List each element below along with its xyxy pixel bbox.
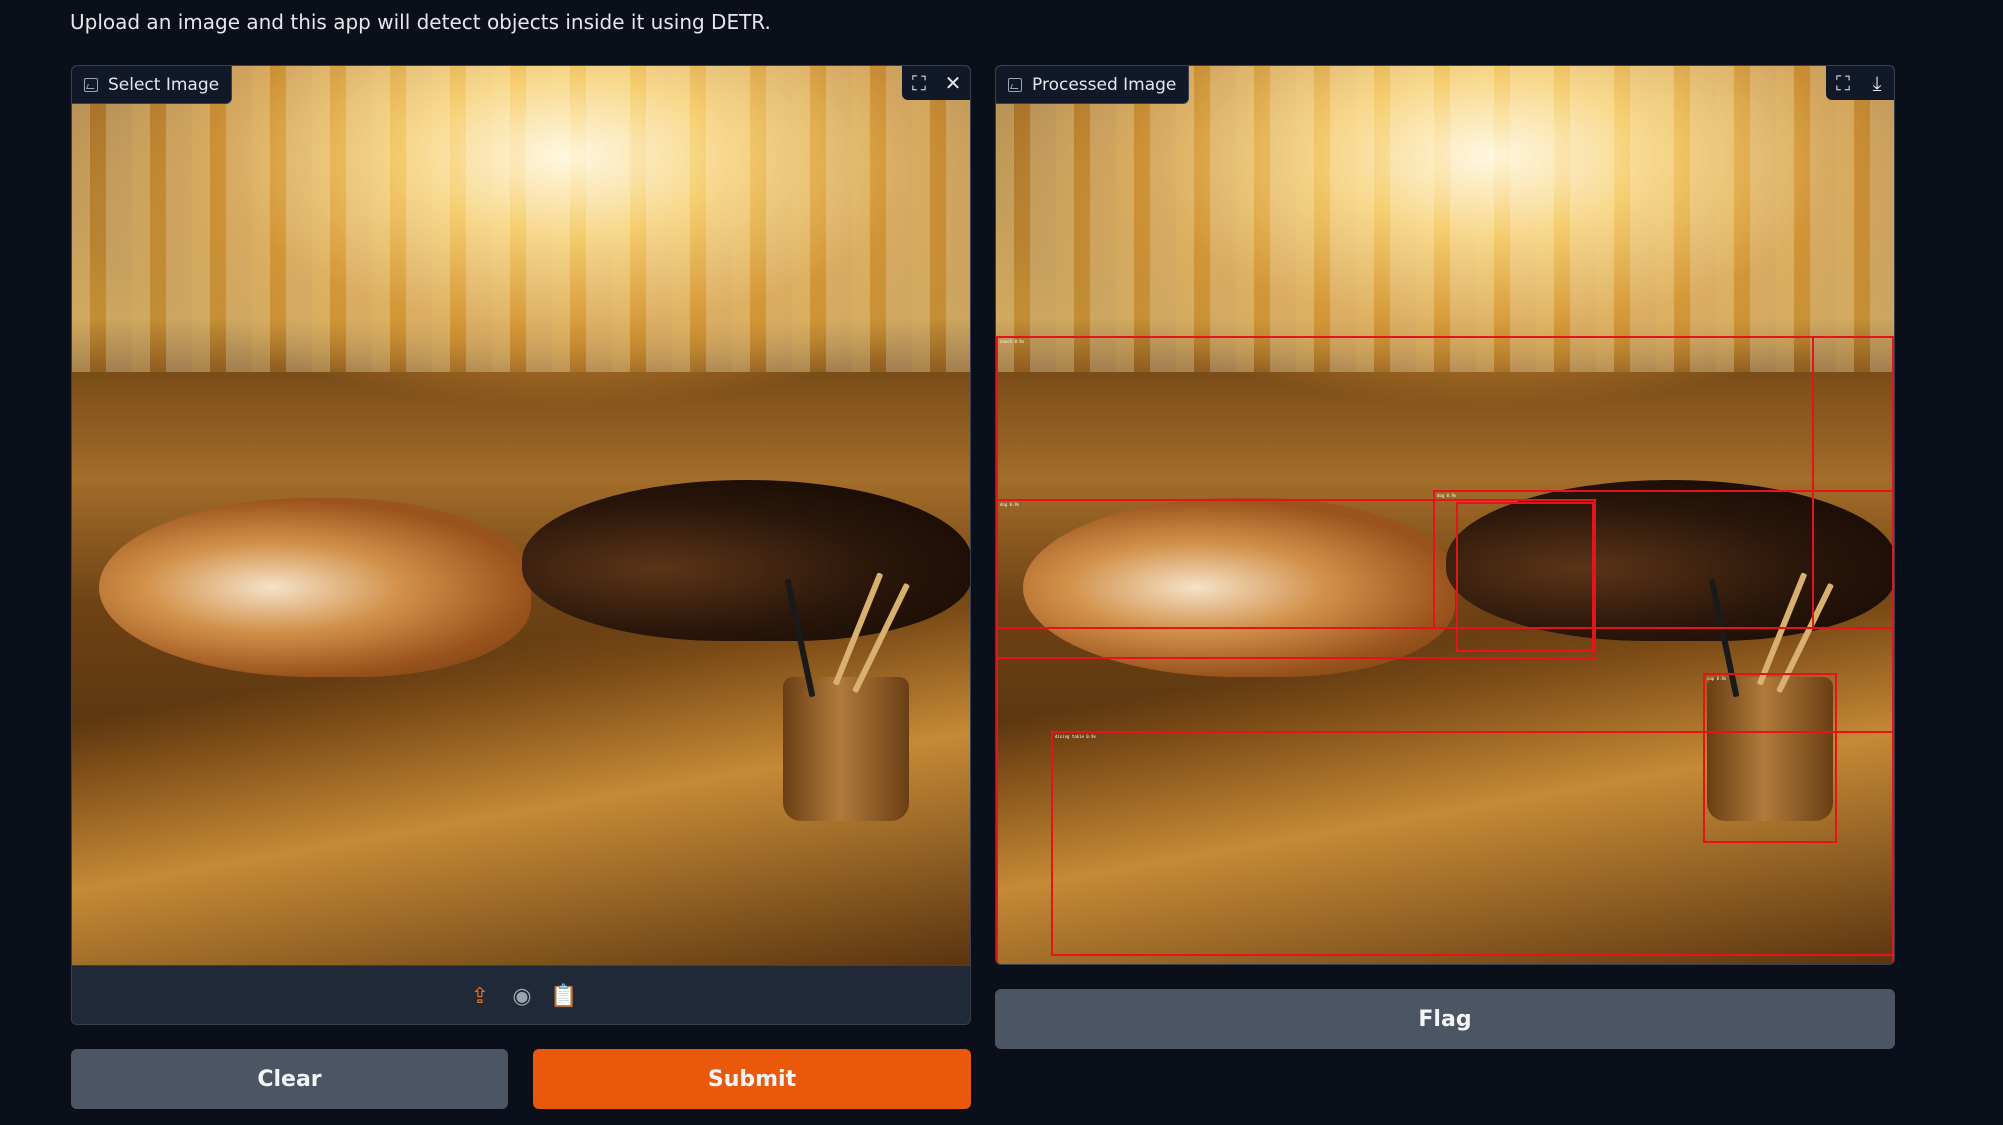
dog-spaniel	[1023, 497, 1455, 678]
input-image[interactable]	[72, 66, 970, 965]
living-room-photo	[72, 66, 970, 965]
clipboard-icon[interactable]: 📋	[550, 983, 577, 1009]
webcam-icon[interactable]: ◉	[509, 983, 535, 1009]
input-image-panel[interactable]: Select Image ⛶ ✕ ⇪ ◉ 📋	[71, 65, 971, 1025]
image-source-bar: ⇪ ◉ 📋	[72, 965, 970, 1024]
submit-button[interactable]: Submit	[533, 1049, 971, 1109]
app-description: Upload an image and this app will detect…	[70, 10, 771, 34]
curtains	[996, 66, 1894, 372]
image-icon	[84, 77, 98, 92]
input-image-label-text: Select Image	[108, 74, 220, 95]
output-image: couch 0.9x dog 0.9x dog 0.9x cup 0.9x di…	[996, 66, 1894, 964]
output-image-tools: ⛶ ⤓	[1826, 66, 1894, 100]
dog-dark	[522, 479, 970, 642]
input-image-tools: ⛶ ✕	[902, 66, 970, 100]
dog-spaniel	[99, 497, 531, 678]
output-image-panel: Processed Image ⛶ ⤓ couch 0.9x dog 0.9x …	[995, 65, 1895, 965]
living-room-photo-processed	[996, 66, 1894, 964]
curtains	[72, 66, 970, 372]
pencil-cup	[783, 677, 909, 822]
clear-button[interactable]: Clear	[71, 1049, 508, 1109]
image-icon	[1008, 77, 1022, 92]
download-icon[interactable]: ⤓	[1860, 66, 1894, 100]
close-icon[interactable]: ✕	[936, 66, 970, 100]
dog-dark	[1446, 479, 1894, 642]
fullscreen-icon[interactable]: ⛶	[1826, 66, 1860, 100]
input-image-label: Select Image	[72, 66, 233, 104]
output-image-label: Processed Image	[996, 66, 1190, 104]
pencil-cup	[1707, 677, 1833, 822]
fullscreen-icon[interactable]: ⛶	[902, 66, 936, 100]
upload-icon[interactable]: ⇪	[467, 983, 493, 1009]
output-image-label-text: Processed Image	[1032, 74, 1177, 95]
flag-button[interactable]: Flag	[995, 989, 1895, 1049]
